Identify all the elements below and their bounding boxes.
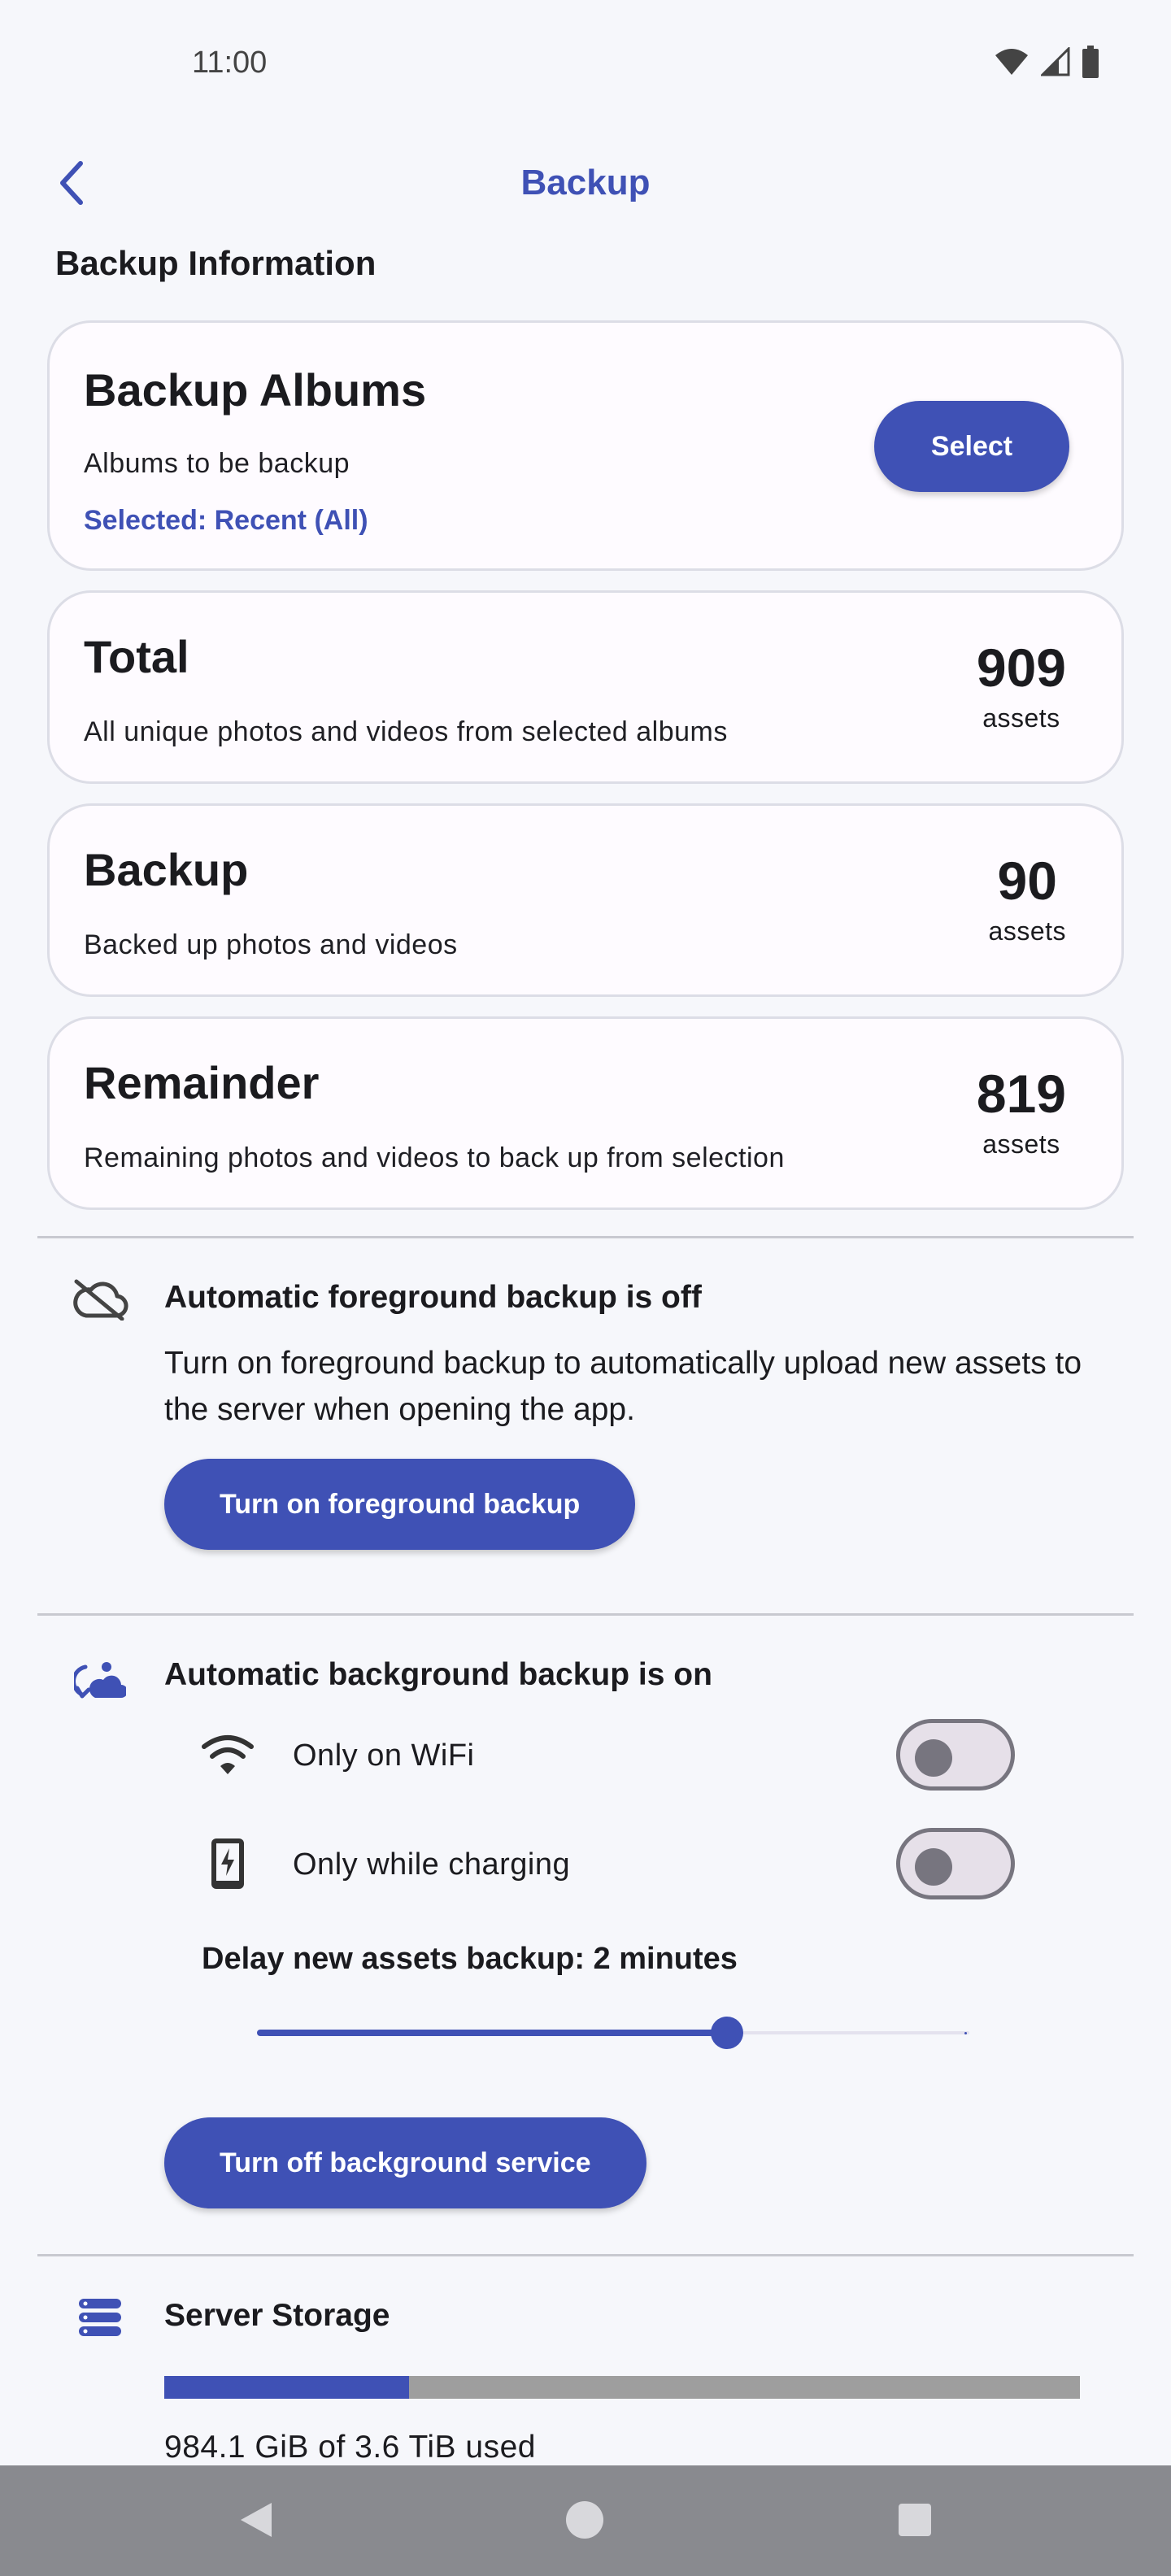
card-title: Backup Albums xyxy=(84,364,427,416)
background-title: Automatic background backup is on xyxy=(164,1657,712,1692)
status-time: 11:00 xyxy=(192,46,268,80)
card-subtitle: Albums to be backup xyxy=(84,448,350,479)
asset-count: 90 assets xyxy=(989,850,1066,946)
app-bar: Backup xyxy=(0,138,1171,228)
wifi-only-toggle[interactable] xyxy=(896,1719,1015,1791)
card-title: Total xyxy=(84,631,189,682)
count-number: 819 xyxy=(976,1064,1066,1124)
backup-albums-card: Backup Albums Albums to be backup Select… xyxy=(47,320,1124,571)
selected-albums: Selected: Recent (All) xyxy=(84,505,368,536)
count-number: 909 xyxy=(976,637,1066,698)
count-unit: assets xyxy=(982,703,1060,733)
setting-label-charging: Only while charging xyxy=(293,1847,571,1882)
storage-icon xyxy=(70,2293,130,2342)
asset-count: 909 assets xyxy=(977,637,1066,733)
remainder-card: Remainder Remaining photos and videos to… xyxy=(47,1016,1124,1210)
card-subtitle: All unique photos and videos from select… xyxy=(84,716,728,747)
cloud-off-icon xyxy=(70,1275,130,1324)
section-heading: Backup Information xyxy=(55,244,377,282)
card-title: Remainder xyxy=(84,1057,320,1108)
card-subtitle: Backed up photos and videos xyxy=(84,929,458,960)
turn-off-background-button[interactable]: Turn off background service xyxy=(164,2117,646,2208)
storage-title: Server Storage xyxy=(164,2298,390,2333)
cloud-sync-icon xyxy=(70,1656,130,1704)
charging-only-toggle[interactable] xyxy=(896,1828,1015,1899)
select-albums-button[interactable]: Select xyxy=(874,401,1069,492)
signal-icon xyxy=(1039,46,1070,80)
count-unit: assets xyxy=(988,916,1066,946)
card-subtitle: Remaining photos and videos to back up f… xyxy=(84,1142,785,1173)
asset-count: 819 assets xyxy=(977,1063,1066,1160)
storage-usage-text: 984.1 GiB of 3.6 TiB used xyxy=(164,2430,536,2465)
count-number: 90 xyxy=(997,851,1057,911)
divider xyxy=(37,2254,1134,2256)
page-title: Backup xyxy=(520,163,651,202)
storage-usage-bar xyxy=(164,2376,1080,2399)
wifi-icon xyxy=(198,1725,257,1784)
slider-thumb[interactable] xyxy=(711,2017,744,2049)
home-circle-icon xyxy=(564,2500,605,2544)
foreground-title: Automatic foreground backup is off xyxy=(164,1280,702,1315)
system-nav-bar xyxy=(0,2465,1171,2576)
battery-charging-icon xyxy=(198,1834,257,1893)
nav-recents-button[interactable] xyxy=(886,2493,943,2550)
total-card: Total All unique photos and videos from … xyxy=(47,590,1124,784)
recents-square-icon xyxy=(897,2502,933,2542)
nav-home-button[interactable] xyxy=(556,2493,613,2550)
turn-on-foreground-button[interactable]: Turn on foreground backup xyxy=(164,1459,636,1550)
wifi-icon xyxy=(994,47,1030,80)
battery-icon xyxy=(1082,46,1099,82)
card-title: Backup xyxy=(84,844,249,895)
divider xyxy=(37,1236,1134,1238)
delay-label: Delay new assets backup: 2 minutes xyxy=(202,1942,738,1976)
toggle-thumb xyxy=(915,1739,952,1777)
foreground-description: Turn on foreground backup to automatical… xyxy=(164,1346,1082,1427)
setting-label-wifi: Only on WiFi xyxy=(293,1738,475,1773)
status-bar: 11:00 xyxy=(0,0,1171,130)
status-icons xyxy=(994,46,1099,82)
slider-tick xyxy=(964,2032,967,2034)
count-unit: assets xyxy=(982,1129,1060,1159)
toggle-thumb xyxy=(915,1848,952,1886)
backup-card: Backup Backed up photos and videos 90 as… xyxy=(47,803,1124,997)
storage-usage-fill xyxy=(164,2376,409,2399)
back-triangle-icon xyxy=(237,2500,275,2544)
delay-slider[interactable] xyxy=(257,2017,969,2049)
divider xyxy=(37,1613,1134,1616)
nav-back-button[interactable] xyxy=(228,2493,285,2550)
slider-tick xyxy=(493,2032,495,2034)
